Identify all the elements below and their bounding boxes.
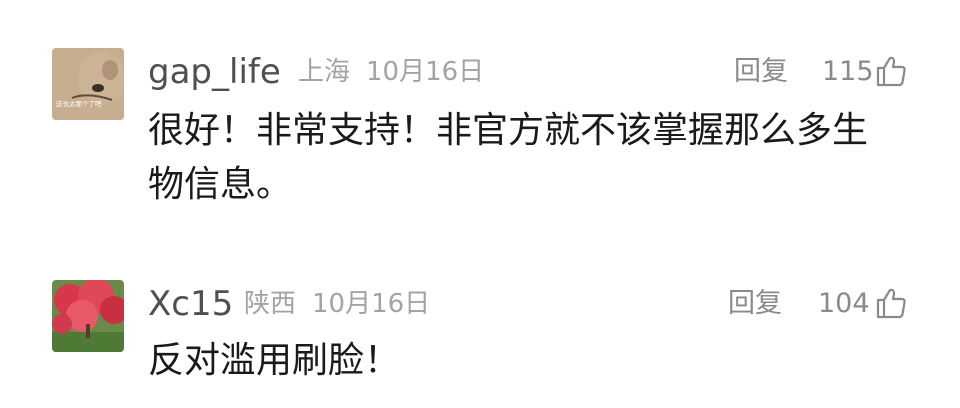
username[interactable]: Xc15 bbox=[148, 284, 233, 324]
thumbs-up-icon[interactable] bbox=[874, 54, 908, 88]
like-count: 115 bbox=[822, 56, 874, 87]
tree-avatar-image bbox=[52, 280, 124, 352]
comment-text-line: 反对滥用刷脸！ bbox=[148, 340, 401, 381]
like-count: 104 bbox=[818, 288, 870, 319]
comment-date: 10月16日 bbox=[312, 289, 431, 319]
comment-date: 10月16日 bbox=[366, 57, 485, 87]
comment-text-line: 很好！非常支持！非官方就不该掌握那么多生 bbox=[148, 110, 869, 151]
avatar[interactable]: 这也太那个了吧 bbox=[52, 48, 124, 120]
comment-item: 这也太那个了吧 gap_life 上海 10月16日 回复 115 很好！非常支… bbox=[0, 0, 960, 240]
thumbs-up-icon[interactable] bbox=[874, 286, 908, 320]
avatar-caption: 这也太那个了吧 bbox=[56, 99, 102, 108]
comment-location: 上海 bbox=[298, 57, 351, 87]
dog-avatar-image: 这也太那个了吧 bbox=[52, 48, 124, 120]
username[interactable]: gap_life bbox=[148, 52, 281, 92]
avatar[interactable] bbox=[52, 280, 124, 352]
comment-text-line: 物信息。 bbox=[148, 164, 293, 205]
reply-button[interactable]: 回复 bbox=[734, 52, 788, 92]
reply-button[interactable]: 回复 bbox=[728, 284, 782, 324]
comment-item: Xc15 陕西 10月16日 回复 104 反对滥用刷脸！ bbox=[0, 240, 960, 408]
comment-location: 陕西 bbox=[244, 289, 297, 319]
